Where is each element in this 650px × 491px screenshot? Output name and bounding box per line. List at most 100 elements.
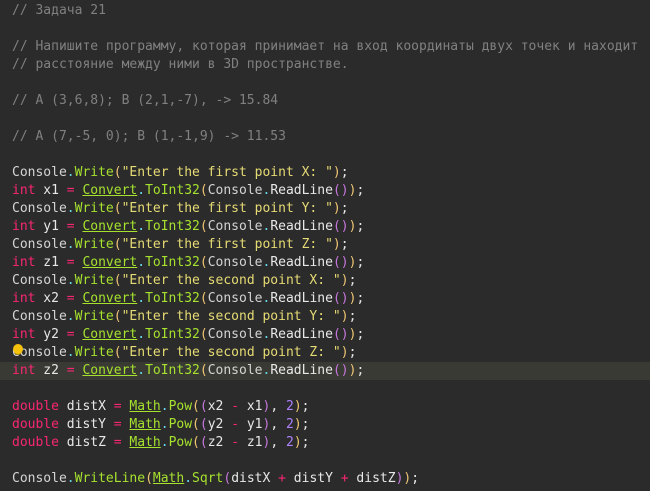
code-token: // A (3,6,8); B (2,1,-7), -> 15.84	[12, 93, 279, 108]
code-token: (	[113, 201, 122, 216]
code-token: =	[66, 183, 75, 198]
code-token: int	[12, 291, 36, 306]
code-line[interactable]: // Задача 21	[0, 2, 650, 20]
code-token: z2	[207, 435, 232, 450]
code-token: x1	[35, 183, 67, 198]
code-token: (	[332, 183, 341, 198]
code-token: Pow	[168, 399, 193, 414]
code-token: (	[113, 165, 122, 180]
code-line[interactable]: int z1 = Convert.ToInt32(Console.ReadLin…	[0, 254, 650, 272]
code-token: Write	[74, 273, 114, 288]
code-token: ;	[348, 273, 357, 288]
code-token: ;	[340, 165, 349, 180]
code-line[interactable]: Console.Write("Enter the second point X:…	[0, 272, 650, 290]
code-line[interactable]: // Напишите программу, которая принимает…	[0, 38, 650, 56]
code-token: (	[199, 219, 208, 234]
code-line[interactable]: Console.Write("Enter the second point Z:…	[0, 344, 650, 362]
code-line[interactable]: double distY = Math.Pow((y2 - y1), 2);	[0, 416, 650, 434]
code-token: )	[340, 345, 349, 360]
code-token: Math	[129, 399, 161, 414]
code-token: Console	[12, 237, 67, 252]
code-token: 2	[285, 399, 294, 414]
code-line[interactable]	[0, 380, 650, 398]
code-token: (	[199, 255, 208, 270]
code-token: ToInt32	[145, 291, 200, 306]
code-token: Console	[207, 219, 263, 234]
code-line-current[interactable]: int z2 = Convert.ToInt32(Console.ReadLin…	[0, 362, 650, 380]
code-line[interactable]: double distX = Math.Pow((x2 - x1), 2);	[0, 398, 650, 416]
code-token: .	[137, 219, 146, 234]
code-token: x2	[207, 399, 232, 414]
code-token: (	[199, 399, 208, 414]
code-token: // Напишите программу, которая принимает…	[12, 39, 639, 54]
code-line[interactable]: Console.Write("Enter the first point Z: …	[0, 236, 650, 254]
code-token: .	[66, 237, 75, 252]
code-line[interactable]: int x2 = Convert.ToInt32(Console.ReadLin…	[0, 290, 650, 308]
code-line[interactable]	[0, 452, 650, 470]
code-token: )	[332, 201, 341, 216]
code-line[interactable]	[0, 146, 650, 164]
code-token: ;	[356, 327, 365, 342]
code-token: z1	[239, 435, 263, 450]
code-token: )	[340, 327, 349, 342]
code-token: ToInt32	[145, 183, 200, 198]
code-token: int	[12, 327, 36, 342]
code-token: int	[12, 183, 36, 198]
code-line[interactable]: Console.WriteLine(Math.Sqrt(distX + dist…	[0, 470, 650, 488]
code-line[interactable]: int x1 = Convert.ToInt32(Console.ReadLin…	[0, 182, 650, 200]
code-line[interactable]: double distZ = Math.Pow((z2 - z1), 2);	[0, 434, 650, 452]
code-line[interactable]	[0, 20, 650, 38]
code-line[interactable]: // расстояние между ними в 3D пространст…	[0, 56, 650, 74]
code-token: Convert	[82, 219, 138, 234]
code-line[interactable]	[0, 74, 650, 92]
code-line[interactable]: int y2 = Convert.ToInt32(Console.ReadLin…	[0, 326, 650, 344]
code-lines[interactable]: // Задача 21 // Напишите программу, кото…	[0, 2, 650, 488]
code-token: Math	[129, 435, 161, 450]
code-editor[interactable]: // Задача 21 // Напишите программу, кото…	[0, 0, 650, 491]
code-token: x2	[35, 291, 67, 306]
code-token: (	[199, 435, 208, 450]
code-token: z1	[35, 255, 67, 270]
code-token: )	[293, 399, 302, 414]
code-token: (	[145, 471, 153, 486]
code-token: ToInt32	[145, 327, 200, 342]
code-token: Convert	[82, 255, 138, 270]
code-token: (	[332, 327, 341, 342]
code-token: )	[340, 183, 349, 198]
code-token: =	[113, 417, 122, 432]
code-token: Convert	[82, 183, 138, 198]
code-token: ReadLine	[270, 363, 333, 378]
code-token: (	[199, 327, 208, 342]
code-token: ;	[301, 399, 310, 414]
code-token: Console	[207, 183, 263, 198]
code-line[interactable]: Console.Write("Enter the second point Y:…	[0, 308, 650, 326]
code-token: ReadLine	[270, 327, 333, 342]
code-token: (	[113, 345, 122, 360]
code-token: =	[66, 219, 75, 234]
code-token: Write	[74, 165, 114, 180]
code-token: Console	[12, 165, 67, 180]
code-line[interactable]: Console.Write("Enter the first point Y: …	[0, 200, 650, 218]
code-token: )	[340, 273, 349, 288]
code-line[interactable]: // A (7,-5, 0); B (1,-1,9) -> 11.53	[0, 128, 650, 146]
code-line[interactable]: // A (3,6,8); B (2,1,-7), -> 15.84	[0, 92, 650, 110]
code-token: // расстояние между ними в 3D пространст…	[12, 57, 349, 72]
code-token: Write	[74, 345, 114, 360]
code-token: z2	[35, 363, 67, 378]
code-token: (	[199, 417, 208, 432]
code-line[interactable]: int y1 = Convert.ToInt32(Console.ReadLin…	[0, 218, 650, 236]
code-line[interactable]	[0, 110, 650, 128]
code-token: =	[66, 291, 75, 306]
code-token: ReadLine	[270, 255, 333, 270]
code-token: .	[66, 309, 75, 324]
code-token: )	[340, 255, 349, 270]
code-token: Console	[12, 471, 67, 486]
code-token: .	[66, 345, 75, 360]
code-token: (	[332, 219, 341, 234]
lightbulb-icon[interactable]	[13, 344, 23, 354]
code-token: (	[332, 255, 341, 270]
code-token: .	[137, 327, 146, 342]
code-token: .	[184, 471, 193, 486]
code-token: ;	[411, 471, 420, 486]
code-line[interactable]: Console.Write("Enter the first point X: …	[0, 164, 650, 182]
